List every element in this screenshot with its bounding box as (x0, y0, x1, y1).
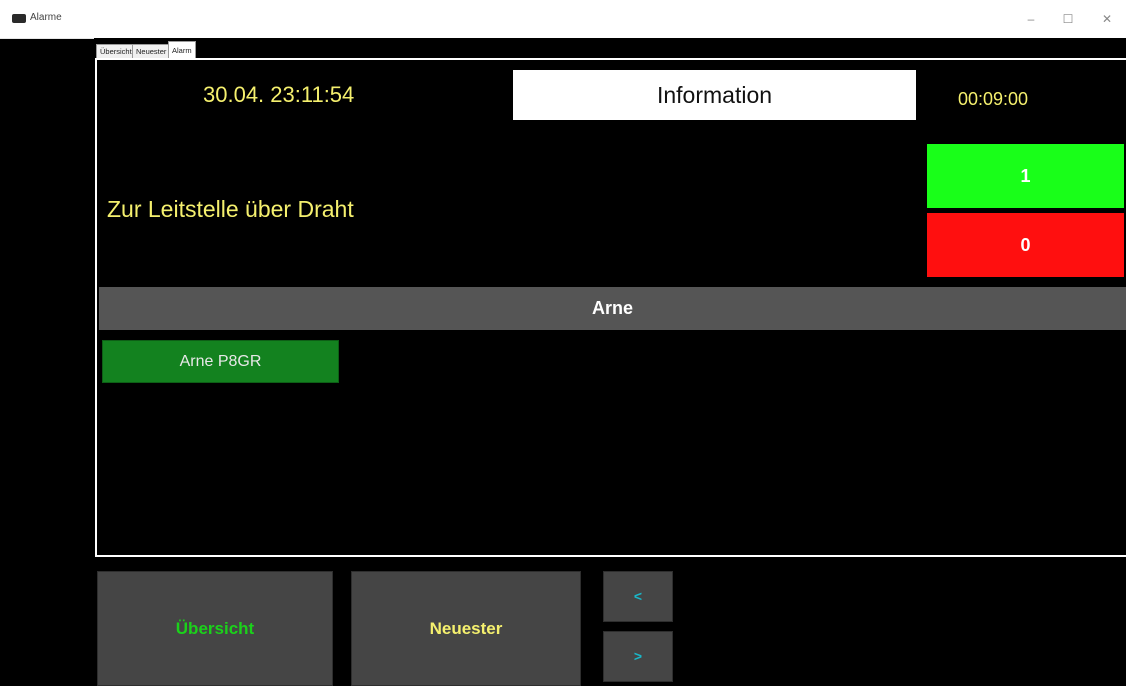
positive-response-counter: 1 (927, 144, 1124, 208)
overview-button[interactable]: Übersicht (97, 571, 333, 686)
alarm-type-box: Information (513, 70, 916, 120)
window-titlebar: Alarme – ☐ ✕ (0, 0, 1126, 39)
alarm-datetime: 30.04. 23:11:54 (203, 82, 355, 107)
tab-overview[interactable]: Übersicht (96, 44, 136, 58)
alarm-message: Zur Leitstelle über Draht (107, 196, 354, 222)
tab-newest[interactable]: Neuester (132, 44, 171, 58)
tab-bar: Übersicht Neuester Alarm (94, 38, 1126, 58)
window-title: Alarme (30, 12, 62, 23)
unit-button[interactable]: Arne P8GR (102, 340, 339, 383)
app-icon (12, 14, 26, 23)
elapsed-timer: 00:09:00 (958, 89, 1029, 109)
tab-alarm[interactable]: Alarm (168, 41, 196, 58)
minimize-button[interactable]: – (1016, 8, 1046, 30)
next-button[interactable]: > (603, 631, 673, 682)
group-header: Arne (99, 287, 1126, 330)
newest-button[interactable]: Neuester (351, 571, 581, 686)
negative-response-counter: 0 (927, 213, 1124, 277)
close-button[interactable]: ✕ (1092, 8, 1122, 30)
maximize-button[interactable]: ☐ (1053, 8, 1083, 30)
previous-button[interactable]: < (603, 571, 673, 622)
